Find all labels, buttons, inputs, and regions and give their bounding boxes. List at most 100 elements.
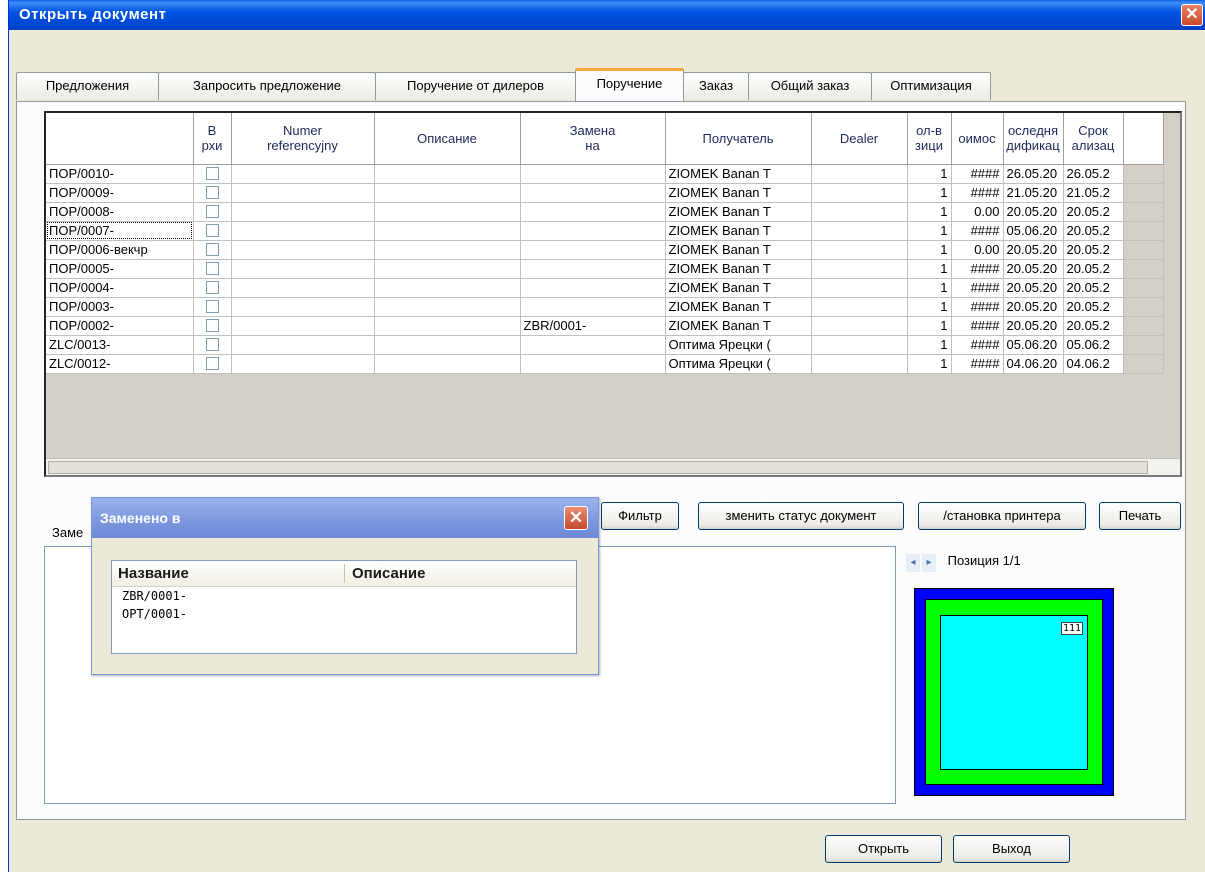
- filter-button[interactable]: Фильтр: [601, 502, 679, 530]
- table-row[interactable]: ПОР/0005- ZIOMEK Banan T 1 #### 20.05.20 20.0…: [46, 259, 1164, 279]
- table-row[interactable]: ПОР/0010- ZIOMEK Banan T 1 #### 26.05.20 26.0…: [46, 164, 1164, 184]
- table-cell: ####: [951, 278, 1004, 298]
- table-row[interactable]: ПОР/0009- ZIOMEK Banan T 1 #### 21.05.20 21.0…: [46, 183, 1164, 203]
- column-header[interactable]: [46, 113, 194, 165]
- table-row[interactable]: ПОР/0003- ZIOMEK Banan T 1 #### 20.05.20 20.0…: [46, 297, 1164, 317]
- checkbox-icon[interactable]: [205, 223, 219, 237]
- position-navigator: ◂ ▸ Позиция 1/1: [906, 553, 1021, 572]
- column-header-line: оимос: [958, 130, 996, 146]
- table-cell: [231, 164, 375, 184]
- column-header[interactable]: Замена на: [520, 113, 666, 165]
- list-item[interactable]: ZBR/0001-: [112, 587, 576, 605]
- table-cell: [811, 202, 908, 222]
- column-header[interactable]: Срок ализац: [1063, 113, 1124, 165]
- printer-setup-button[interactable]: /становка принтера: [918, 502, 1086, 530]
- tab-6[interactable]: Оптимизация: [871, 72, 991, 100]
- prev-arrow-icon[interactable]: ◂: [906, 554, 920, 572]
- table-row[interactable]: ПОР/0006-векчр ZIOMEK Banan T 1 0.00 20.05.2…: [46, 240, 1164, 260]
- table-row[interactable]: ПОР/0004- ZIOMEK Banan T 1 #### 20.05.20 20.0…: [46, 278, 1164, 298]
- column-header[interactable]: оимос: [951, 113, 1004, 165]
- checkbox-icon[interactable]: [205, 166, 219, 180]
- print-button[interactable]: Печать: [1099, 502, 1181, 530]
- table-cell: 20.05.2: [1063, 221, 1124, 241]
- column-header-line: рхи: [201, 138, 223, 154]
- tab-5[interactable]: Общий заказ: [748, 72, 872, 100]
- column-header-name[interactable]: Название: [118, 565, 189, 582]
- archive-checkbox[interactable]: [193, 240, 232, 260]
- table-cell: 20.05.2: [1063, 202, 1124, 222]
- table-cell: [811, 297, 908, 317]
- tab-4[interactable]: Заказ: [683, 72, 749, 100]
- list-item[interactable]: OPT/0001-: [112, 605, 576, 623]
- archive-checkbox[interactable]: [193, 354, 232, 374]
- window-close-button[interactable]: ✕: [1181, 4, 1203, 26]
- table-row[interactable]: ПОР/0007- ZIOMEK Banan T 1 #### 05.06.20 20.0…: [46, 221, 1164, 241]
- column-header[interactable]: Dealer: [811, 113, 908, 165]
- scrollbar-thumb[interactable]: [48, 461, 1148, 474]
- archive-checkbox[interactable]: [193, 278, 232, 298]
- column-header[interactable]: ол-в зици: [907, 113, 952, 165]
- table-cell: 04.06.20: [1003, 354, 1064, 374]
- column-header-line: на: [585, 138, 600, 154]
- tab-2[interactable]: Поручение от дилеров: [375, 72, 576, 100]
- column-header-line: Описание: [417, 130, 477, 146]
- archive-checkbox[interactable]: [193, 259, 232, 279]
- column-header[interactable]: оследня дификац: [1003, 113, 1064, 165]
- grid-horizontal-scrollbar[interactable]: [46, 458, 1180, 475]
- archive-checkbox[interactable]: [193, 316, 232, 336]
- table-cell: 20.05.20: [1003, 259, 1064, 279]
- checkbox-icon[interactable]: [205, 242, 219, 256]
- archive-checkbox[interactable]: [193, 183, 232, 203]
- checkbox-icon[interactable]: [205, 204, 219, 218]
- table-cell: ZLC/0013-: [46, 335, 194, 355]
- open-button[interactable]: Открыть: [825, 835, 942, 863]
- table-row[interactable]: ZLC/0013- Оптима Ярецки (1 #### 05.06.20 05.…: [46, 335, 1164, 355]
- column-header[interactable]: Получатель: [665, 113, 812, 165]
- table-cell: ПОР/0002-: [46, 316, 194, 336]
- table-cell: ZIOMEK Banan T: [665, 164, 812, 184]
- archive-checkbox[interactable]: [193, 297, 232, 317]
- archive-checkbox[interactable]: [193, 202, 232, 222]
- table-cell: 1: [907, 278, 952, 298]
- table-cell: [520, 221, 666, 241]
- table-cell: 1: [907, 240, 952, 260]
- table-cell: ZIOMEK Banan T: [665, 316, 812, 336]
- table-cell: ПОР/0009-: [46, 183, 194, 203]
- table-cell: 20.05.20: [1003, 278, 1064, 298]
- table-cell: Оптима Ярецки (: [665, 335, 812, 355]
- table-cell: ZBR/0001-: [520, 316, 666, 336]
- table-row[interactable]: ПОР/0008- ZIOMEK Banan T 1 0.00 20.05.20 20.0…: [46, 202, 1164, 222]
- table-cell: ПОР/0007-: [46, 221, 194, 241]
- checkbox-icon[interactable]: [205, 356, 219, 370]
- popup-close-button[interactable]: ✕: [564, 506, 588, 530]
- table-cell: 20.05.20: [1003, 240, 1064, 260]
- archive-checkbox[interactable]: [193, 164, 232, 184]
- archive-checkbox[interactable]: [193, 221, 232, 241]
- table-cell: [811, 221, 908, 241]
- table-cell: ####: [951, 221, 1004, 241]
- tab-0[interactable]: Предложения: [16, 72, 159, 100]
- checkbox-icon[interactable]: [205, 185, 219, 199]
- exit-button[interactable]: Выход: [953, 835, 1070, 863]
- tab-3[interactable]: Поручение: [575, 68, 684, 101]
- next-arrow-icon[interactable]: ▸: [922, 554, 936, 572]
- archive-checkbox[interactable]: [193, 335, 232, 355]
- column-header[interactable]: Врхи: [193, 113, 232, 165]
- table-cell: ZIOMEK Banan T: [665, 240, 812, 260]
- window-frame: 111: [925, 599, 1103, 785]
- table-row[interactable]: ПОР/0002- ZBR/0001- ZIOMEK Banan T 1 #### 20.…: [46, 316, 1164, 336]
- table-cell: 1: [907, 221, 952, 241]
- column-header-description[interactable]: Описание: [352, 565, 425, 582]
- table-cell: [374, 202, 521, 222]
- change-status-button[interactable]: зменить статус документ: [698, 502, 904, 530]
- checkbox-icon[interactable]: [205, 318, 219, 332]
- checkbox-icon[interactable]: [205, 337, 219, 351]
- tab-1[interactable]: Запросить предложение: [158, 72, 376, 100]
- table-cell: [374, 221, 521, 241]
- checkbox-icon[interactable]: [205, 261, 219, 275]
- column-header[interactable]: Numer referencyjny: [231, 113, 375, 165]
- checkbox-icon[interactable]: [205, 299, 219, 313]
- column-header[interactable]: Описание: [374, 113, 521, 165]
- table-row[interactable]: ZLC/0012- Оптима Ярецки (1 #### 04.06.20 04.…: [46, 354, 1164, 374]
- checkbox-icon[interactable]: [205, 280, 219, 294]
